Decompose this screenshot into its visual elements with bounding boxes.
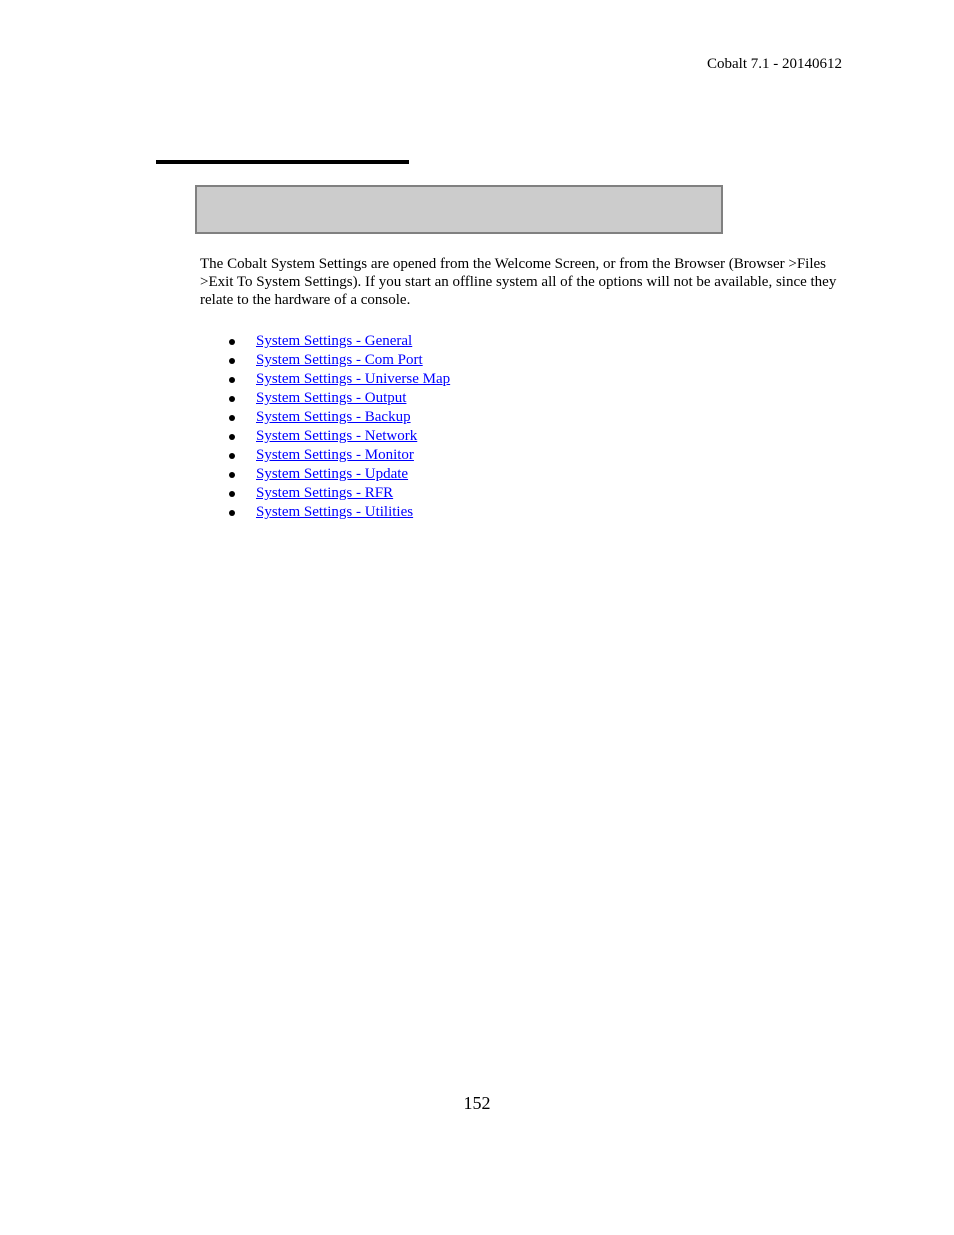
heading-rule <box>156 160 409 164</box>
list-item: System Settings - Com Port <box>200 351 450 370</box>
link-update[interactable]: System Settings - Update <box>256 466 408 482</box>
list-item: System Settings - Utilities <box>200 503 450 522</box>
list-item: System Settings - Monitor <box>200 446 450 465</box>
bullet-icon <box>229 491 235 497</box>
bullet-icon <box>229 358 235 364</box>
bullet-icon <box>229 396 235 402</box>
bullet-icon <box>229 472 235 478</box>
list-item: System Settings - General <box>200 332 450 351</box>
bullet-icon <box>229 434 235 440</box>
list-item: System Settings - Network <box>200 427 450 446</box>
bullet-icon <box>229 415 235 421</box>
link-universe-map[interactable]: System Settings - Universe Map <box>256 371 450 387</box>
bullet-icon <box>229 339 235 345</box>
bullet-icon <box>229 510 235 516</box>
list-item: System Settings - Output <box>200 389 450 408</box>
link-com-port[interactable]: System Settings - Com Port <box>256 352 423 368</box>
settings-link-list: System Settings - General System Setting… <box>200 332 450 522</box>
list-item: System Settings - Backup <box>200 408 450 427</box>
running-header: Cobalt 7.1 - 20140612 <box>707 56 842 72</box>
bullet-icon <box>229 377 235 383</box>
list-item: System Settings - RFR <box>200 484 450 503</box>
link-output[interactable]: System Settings - Output <box>256 390 406 406</box>
list-item: System Settings - Update <box>200 465 450 484</box>
link-general[interactable]: System Settings - General <box>256 333 412 349</box>
heading-box <box>195 185 723 234</box>
intro-paragraph: The Cobalt System Settings are opened fr… <box>200 256 837 308</box>
link-rfr[interactable]: System Settings - RFR <box>256 485 393 501</box>
page-number: 152 <box>463 1093 491 1113</box>
link-utilities[interactable]: System Settings - Utilities <box>256 504 413 520</box>
list-item: System Settings - Universe Map <box>200 370 450 389</box>
bullet-icon <box>229 453 235 459</box>
link-monitor[interactable]: System Settings - Monitor <box>256 447 414 463</box>
link-backup[interactable]: System Settings - Backup <box>256 409 411 425</box>
link-network[interactable]: System Settings - Network <box>256 428 417 444</box>
